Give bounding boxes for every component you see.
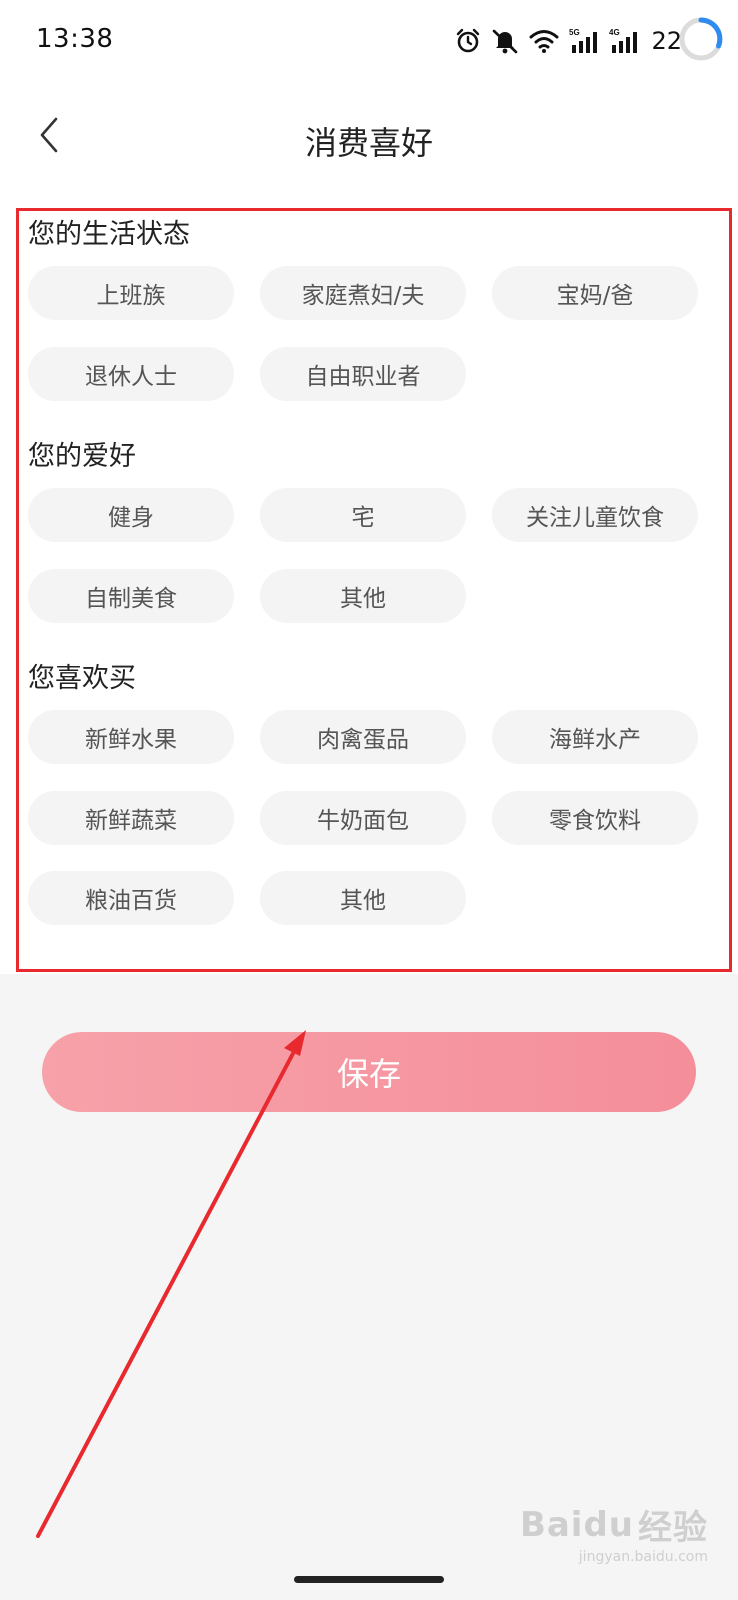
option-chip[interactable]: 海鲜水产 bbox=[492, 710, 698, 764]
signal-5g-icon: 5G bbox=[569, 27, 599, 55]
option-chip[interactable]: 其他 bbox=[260, 871, 466, 925]
watermark-url: jingyan.baidu.com bbox=[578, 1549, 708, 1565]
option-chip[interactable]: 新鲜蔬菜 bbox=[28, 791, 234, 845]
baidu-watermark: Baidu 经验 jingyan.baidu.com bbox=[519, 1500, 708, 1566]
option-chip[interactable]: 宝妈/爸 bbox=[492, 266, 698, 320]
option-chip[interactable]: 自由职业者 bbox=[260, 347, 466, 401]
home-indicator[interactable] bbox=[294, 1576, 444, 1583]
alarm-icon bbox=[455, 28, 481, 54]
status-time: 13:38 bbox=[36, 24, 114, 54]
option-chip[interactable]: 牛奶面包 bbox=[260, 791, 466, 845]
option-chip[interactable]: 肉禽蛋品 bbox=[260, 710, 466, 764]
option-chip[interactable]: 退休人士 bbox=[28, 347, 234, 401]
option-chip[interactable]: 其他 bbox=[260, 569, 466, 623]
option-chip[interactable]: 粮油百货 bbox=[28, 871, 234, 925]
option-chip[interactable]: 零食饮料 bbox=[492, 791, 698, 845]
signal-5g-label: 5G bbox=[569, 28, 580, 37]
preferences-panel: 您的生活状态 上班族 家庭煮妇/夫 宝妈/爸 退休人士 自由职业者 您的爱好 健… bbox=[0, 198, 738, 974]
option-chip[interactable]: 新鲜水果 bbox=[28, 710, 234, 764]
watermark-brand-cn: 经验 bbox=[638, 1508, 708, 1548]
section-title-hobbies: 您的爱好 bbox=[28, 441, 136, 472]
signal-4g-icon: 4G bbox=[609, 27, 639, 55]
option-chip[interactable]: 自制美食 bbox=[28, 569, 234, 623]
option-chip[interactable]: 关注儿童饮食 bbox=[492, 488, 698, 542]
option-chip[interactable]: 上班族 bbox=[28, 266, 234, 320]
save-button[interactable]: 保存 bbox=[42, 1032, 696, 1112]
status-icons: 5G 4G 22 bbox=[455, 24, 682, 58]
option-chip[interactable]: 宅 bbox=[260, 488, 466, 542]
consumption-preferences-screen: 13:38 5G 4G 22 消费喜好 您的生活状态 上班族 家庭煮妇/夫 宝妈… bbox=[0, 0, 738, 1600]
option-chip[interactable]: 家庭煮妇/夫 bbox=[260, 266, 466, 320]
section-title-lifestyle: 您的生活状态 bbox=[28, 219, 190, 250]
mute-icon bbox=[491, 27, 519, 55]
option-chip[interactable]: 健身 bbox=[28, 488, 234, 542]
signal-4g-label: 4G bbox=[609, 28, 620, 37]
status-bar: 13:38 5G 4G 22 bbox=[0, 0, 738, 80]
nav-header: 消费喜好 bbox=[0, 80, 738, 198]
watermark-brand: Baidu bbox=[519, 1504, 634, 1545]
section-title-shopping: 您喜欢买 bbox=[28, 663, 136, 694]
wifi-icon bbox=[529, 29, 559, 53]
page-title: 消费喜好 bbox=[304, 124, 433, 162]
loading-ring-icon bbox=[679, 17, 723, 61]
